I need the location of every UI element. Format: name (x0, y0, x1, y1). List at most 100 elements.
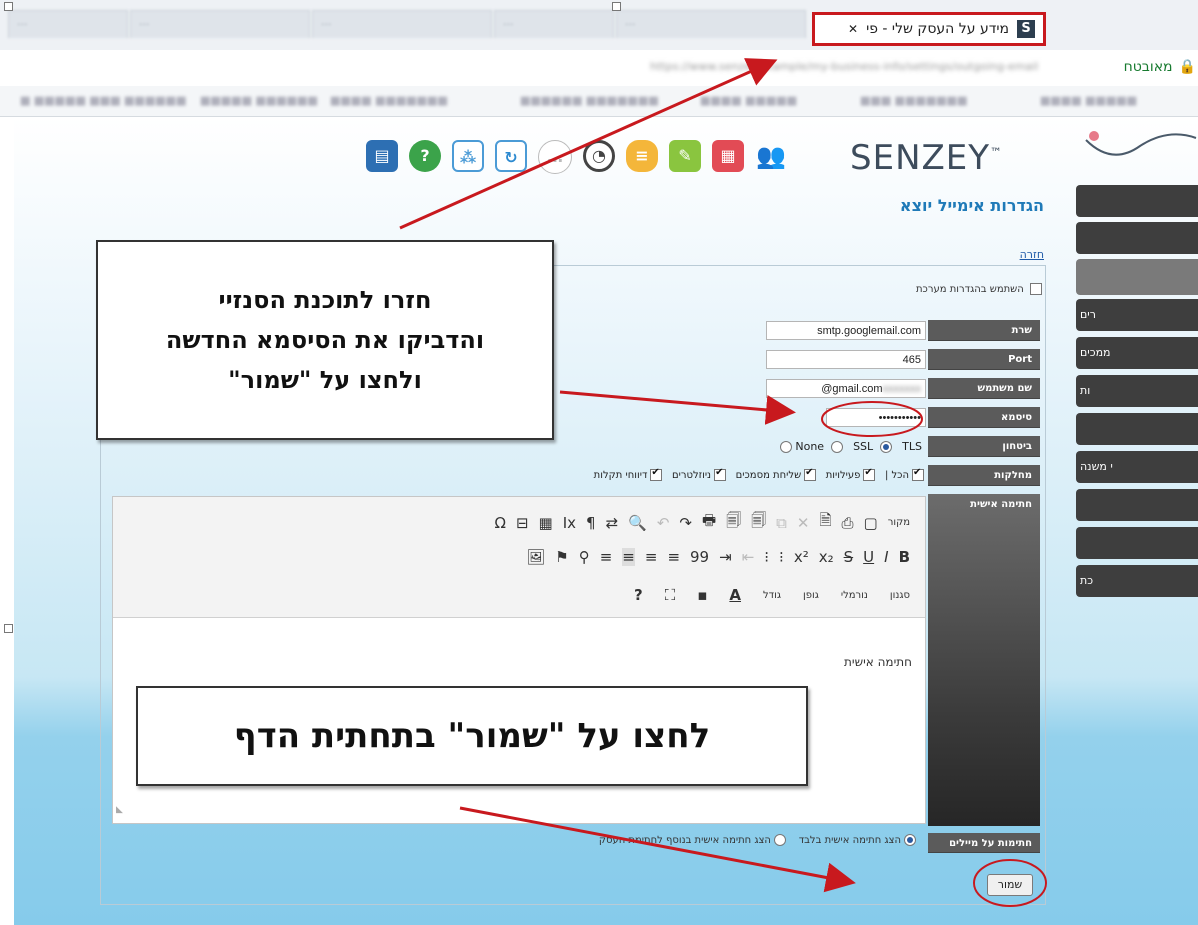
bulleted-list-icon[interactable]: ⁝ (764, 548, 769, 566)
paste-text-icon[interactable]: 🗎 (819, 510, 831, 535)
save-button[interactable]: שמור (987, 874, 1033, 896)
new-page-icon[interactable]: ▢ (864, 514, 878, 532)
paste-icon[interactable]: 🗐 (751, 510, 766, 535)
use-system-settings-checkbox[interactable] (1030, 283, 1042, 295)
chat-bubble-icon[interactable]: … (538, 140, 572, 174)
indent-icon[interactable]: ⇥ (719, 548, 732, 566)
username-input[interactable]: @gmail.comxxxxxxx (766, 379, 926, 398)
notes-icon[interactable]: ✎ (669, 140, 701, 172)
resize-handle-icon[interactable]: ◣ (116, 805, 123, 815)
underline-button[interactable]: U (863, 548, 874, 566)
port-input[interactable]: 465 (766, 350, 926, 369)
sidebar-item[interactable]: רים (1076, 299, 1198, 331)
department-reports-checkbox[interactable] (650, 467, 663, 481)
bookmark-item[interactable]: ▦▦▦▦▦ ▦▦▦▦▦▦ (200, 92, 318, 110)
paragraph-icon[interactable]: ¶ (586, 514, 596, 532)
bookmark-item[interactable]: ▦▦▦ ▦▦▦▦▦▦▦ (860, 92, 967, 110)
paste-word-icon[interactable]: 🗐 (726, 510, 741, 535)
background-color-icon[interactable]: ▪ (697, 586, 707, 604)
find-icon[interactable]: 🔍 (628, 514, 647, 532)
anchor-icon[interactable]: ⚑ (555, 548, 568, 566)
department-activities-checkbox[interactable] (863, 467, 876, 481)
use-system-settings-row[interactable]: השתמש בהגדרות מערכת (700, 283, 1042, 295)
strike-button[interactable]: S (844, 548, 854, 566)
image-icon[interactable]: 🖼 (526, 548, 545, 566)
align-left-icon[interactable]: ≡ (667, 548, 680, 566)
bookmark-item[interactable]: ▦▦▦▦▦▦ ▦▦▦▦▦▦▦ (520, 92, 659, 110)
contacts-icon[interactable]: ▤ (366, 140, 398, 172)
clock-icon[interactable]: ◔ (583, 140, 615, 172)
browser-tab[interactable]: ··· (130, 10, 310, 38)
redo-icon[interactable]: ↷ (679, 514, 692, 532)
sidebar-item[interactable] (1076, 489, 1198, 521)
signature-content[interactable]: חתימה אישית (700, 655, 912, 669)
style-dropdown[interactable]: סגנון (890, 590, 910, 601)
sidebar-item[interactable]: ממכים (1076, 337, 1198, 369)
security-ssl-option[interactable]: SSL (853, 440, 892, 453)
signature-with-business-radio[interactable] (773, 834, 786, 846)
feet-icon[interactable]: ⁂ (452, 140, 484, 172)
outdent-icon[interactable]: ⇤ (742, 548, 755, 566)
department-documents-checkbox[interactable] (804, 467, 817, 481)
selection-handle[interactable] (4, 2, 13, 11)
remove-format-icon[interactable]: Ix (563, 514, 576, 532)
security-ssl-radio[interactable] (879, 441, 892, 453)
replace-icon[interactable]: ⇄ (606, 514, 619, 532)
print-icon[interactable]: 🖶 (702, 510, 716, 535)
password-input[interactable]: ••••••••••• (826, 408, 926, 427)
blockquote-icon[interactable]: 99 (690, 548, 709, 566)
sidebar-item[interactable]: ות (1076, 375, 1198, 407)
sync-icon[interactable]: ↻ (495, 140, 527, 172)
security-none-option[interactable]: None (795, 440, 843, 453)
horizontal-line-icon[interactable]: ⊟ (516, 514, 529, 532)
department-all-checkbox[interactable] (912, 467, 924, 481)
secure-indicator[interactable]: 🔒 מאובטח (1096, 52, 1196, 82)
security-tls-radio[interactable] (779, 441, 792, 453)
messages-icon[interactable]: ≡ (626, 140, 658, 172)
link-icon[interactable]: ⚲ (579, 548, 590, 566)
signature-only-personal-radio[interactable] (904, 834, 916, 846)
table-icon[interactable]: ▦ (539, 514, 553, 532)
special-char-icon[interactable]: Ω (494, 514, 505, 532)
bookmark-item[interactable]: ▦▦▦▦ ▦▦▦▦▦▦▦ (330, 92, 448, 110)
copy-icon[interactable]: ⧉ (776, 514, 787, 532)
sidebar-item[interactable]: י משנה (1076, 451, 1198, 483)
selection-handle[interactable] (612, 2, 621, 11)
sidebar-item[interactable] (1076, 527, 1198, 559)
about-icon[interactable]: ? (634, 586, 643, 604)
selection-handle[interactable] (4, 624, 13, 633)
security-none-radio[interactable] (830, 441, 843, 453)
cut-icon[interactable]: ✕ (797, 514, 810, 532)
italic-button[interactable]: I (884, 548, 888, 566)
source-button[interactable]: מקור (888, 517, 910, 528)
back-link[interactable]: חזרה (990, 248, 1044, 261)
browser-tab[interactable]: ··· (616, 10, 806, 38)
active-browser-tab[interactable]: S מידע על העסק שלי - פי ✕ (812, 12, 1046, 46)
preview-icon[interactable]: ⎙ (842, 514, 854, 532)
sidebar-item[interactable] (1076, 413, 1198, 445)
help-icon[interactable]: ? (409, 140, 441, 172)
bookmark-item[interactable]: ▦▦▦▦ ▦▦▦▦▦ (700, 92, 797, 110)
calendar-icon[interactable]: ▦ (712, 140, 744, 172)
browser-tab[interactable]: ··· (494, 10, 614, 38)
bookmark-item[interactable]: ▦ ▦▦▦▦▦ ▦▦▦ ▦▦▦▦▦▦ (20, 92, 186, 110)
subscript-button[interactable]: x₂ (819, 548, 834, 566)
sidebar-item[interactable] (1076, 222, 1198, 254)
browser-tab[interactable]: ··· (8, 10, 128, 38)
align-center-icon[interactable]: ≡ (645, 548, 658, 566)
sidebar-item[interactable]: כת (1076, 565, 1198, 597)
bold-button[interactable]: B (899, 548, 910, 566)
superscript-button[interactable]: x² (794, 548, 809, 566)
browser-tab[interactable]: ··· (312, 10, 492, 38)
numbered-list-icon[interactable]: ⁝ (779, 548, 784, 566)
sidebar-item[interactable] (1076, 185, 1198, 217)
text-color-icon[interactable]: A (729, 586, 741, 604)
align-justify-icon[interactable]: ≡ (600, 548, 613, 566)
department-newsletters-checkbox[interactable] (714, 467, 727, 481)
bookmark-item[interactable]: ▦▦▦▦ ▦▦▦▦▦ (1040, 92, 1137, 110)
sidebar-item-active[interactable] (1076, 259, 1198, 295)
font-dropdown[interactable]: גופן (803, 590, 819, 601)
url-text[interactable]: https://www.senzey.example/my-business-i… (650, 54, 1088, 80)
format-dropdown[interactable]: נורמלי (841, 590, 868, 601)
users-icon[interactable]: 👥 (755, 140, 787, 172)
